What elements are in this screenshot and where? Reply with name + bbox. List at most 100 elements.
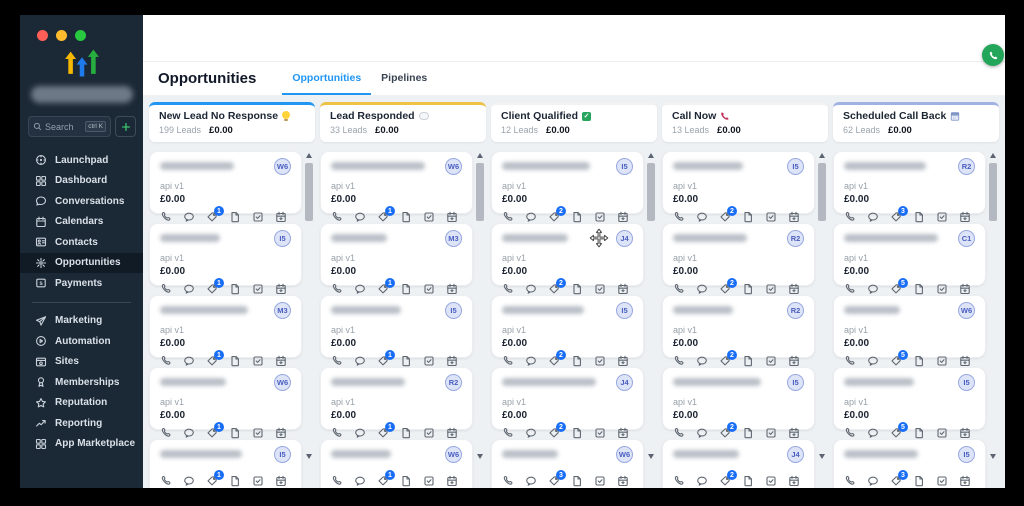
message-icon[interactable]: [354, 211, 366, 223]
message-icon[interactable]: [696, 475, 708, 487]
sidebar-item-dashboard[interactable]: Dashboard: [20, 171, 143, 192]
note-icon[interactable]: [571, 427, 583, 439]
call-fab-button[interactable]: [982, 44, 1004, 66]
message-icon[interactable]: [696, 283, 708, 295]
tag-icon[interactable]: 1: [206, 355, 218, 367]
appointment-icon[interactable]: [275, 283, 287, 295]
note-icon[interactable]: [742, 427, 754, 439]
sidebar-item-payments[interactable]: s Payments: [20, 273, 143, 294]
opportunity-card[interactable]: M3 api v1 £0.00 1: [320, 223, 473, 286]
message-icon[interactable]: [354, 283, 366, 295]
column-scrollbar[interactable]: [817, 153, 827, 459]
tag-icon[interactable]: 1: [377, 475, 389, 487]
message-icon[interactable]: [183, 427, 195, 439]
tag-icon[interactable]: 1: [206, 427, 218, 439]
call-icon[interactable]: [502, 283, 514, 295]
tag-icon[interactable]: 5: [890, 427, 902, 439]
message-icon[interactable]: [525, 475, 537, 487]
task-icon[interactable]: [936, 283, 948, 295]
note-icon[interactable]: [400, 475, 412, 487]
call-icon[interactable]: [160, 427, 172, 439]
call-icon[interactable]: [502, 355, 514, 367]
note-icon[interactable]: [571, 211, 583, 223]
tag-icon[interactable]: 2: [548, 427, 560, 439]
opportunity-card[interactable]: I5 api v1 £0.00 2: [662, 367, 815, 430]
sidebar-item-calendars[interactable]: Calendars: [20, 212, 143, 233]
opportunity-card[interactable]: I5 api v1 £0.00 1: [149, 439, 302, 488]
sidebar-item-app-marketplace[interactable]: App Marketplace: [20, 434, 143, 455]
message-icon[interactable]: [696, 427, 708, 439]
task-icon[interactable]: [252, 475, 264, 487]
tag-icon[interactable]: 3: [890, 475, 902, 487]
column-scrollbar[interactable]: [475, 153, 485, 459]
appointment-icon[interactable]: [959, 475, 971, 487]
call-icon[interactable]: [331, 427, 343, 439]
sidebar-item-memberships[interactable]: Memberships: [20, 372, 143, 393]
scroll-down-arrow-icon[interactable]: [306, 454, 312, 459]
maximize-window-button[interactable]: [75, 30, 86, 41]
task-icon[interactable]: [765, 475, 777, 487]
note-icon[interactable]: [571, 283, 583, 295]
opportunity-card[interactable]: I5 api v1 £0.00 2: [662, 151, 815, 214]
sidebar-item-automation[interactable]: Automation: [20, 331, 143, 352]
note-icon[interactable]: [742, 283, 754, 295]
message-icon[interactable]: [525, 283, 537, 295]
message-icon[interactable]: [183, 355, 195, 367]
task-icon[interactable]: [765, 427, 777, 439]
opportunity-card[interactable]: W6 api v1 £0.00 3: [491, 439, 644, 488]
scroll-down-arrow-icon[interactable]: [819, 454, 825, 459]
note-icon[interactable]: [229, 475, 241, 487]
task-icon[interactable]: [423, 355, 435, 367]
sidebar-item-conversations[interactable]: Conversations: [20, 191, 143, 212]
tag-icon[interactable]: 2: [719, 427, 731, 439]
call-icon[interactable]: [160, 475, 172, 487]
call-icon[interactable]: [331, 283, 343, 295]
note-icon[interactable]: [913, 211, 925, 223]
task-icon[interactable]: [423, 427, 435, 439]
sidebar-item-opportunities[interactable]: Opportunities: [20, 253, 143, 274]
appointment-icon[interactable]: [446, 283, 458, 295]
message-icon[interactable]: [354, 475, 366, 487]
appointment-icon[interactable]: [788, 355, 800, 367]
appointment-icon[interactable]: [275, 427, 287, 439]
note-icon[interactable]: [742, 355, 754, 367]
scroll-up-arrow-icon[interactable]: [990, 153, 996, 158]
note-icon[interactable]: [571, 355, 583, 367]
close-window-button[interactable]: [37, 30, 48, 41]
call-icon[interactable]: [331, 355, 343, 367]
task-icon[interactable]: [594, 475, 606, 487]
message-icon[interactable]: [354, 427, 366, 439]
task-icon[interactable]: [423, 475, 435, 487]
task-icon[interactable]: [252, 211, 264, 223]
appointment-icon[interactable]: [446, 211, 458, 223]
opportunity-card[interactable]: W6 api v1 £0.00 1: [320, 151, 473, 214]
tab-opportunities[interactable]: Opportunities: [282, 62, 371, 95]
appointment-icon[interactable]: [788, 283, 800, 295]
column-header[interactable]: Scheduled Call Back 62 Leads £0.00: [833, 102, 999, 142]
call-icon[interactable]: [673, 427, 685, 439]
message-icon[interactable]: [867, 355, 879, 367]
tag-icon[interactable]: 2: [548, 355, 560, 367]
column-scrollbar[interactable]: [646, 153, 656, 459]
tag-icon[interactable]: 1: [377, 211, 389, 223]
message-icon[interactable]: [525, 427, 537, 439]
opportunity-card[interactable]: C1 api v1 £0.00 5: [833, 223, 986, 286]
opportunity-card[interactable]: J4 api v1 £0.00 2: [662, 439, 815, 488]
opportunity-card[interactable]: I5 api v1 £0.00 2: [491, 295, 644, 358]
message-icon[interactable]: [867, 475, 879, 487]
call-icon[interactable]: [160, 283, 172, 295]
sidebar-item-reputation[interactable]: Reputation: [20, 393, 143, 414]
opportunity-card[interactable]: R2 api v1 £0.00 2: [662, 295, 815, 358]
message-icon[interactable]: [696, 355, 708, 367]
scroll-down-arrow-icon[interactable]: [477, 454, 483, 459]
task-icon[interactable]: [423, 211, 435, 223]
tag-icon[interactable]: 1: [377, 283, 389, 295]
call-icon[interactable]: [331, 211, 343, 223]
note-icon[interactable]: [913, 283, 925, 295]
scrollbar-thumb[interactable]: [305, 163, 313, 221]
appointment-icon[interactable]: [788, 475, 800, 487]
task-icon[interactable]: [765, 211, 777, 223]
note-icon[interactable]: [913, 475, 925, 487]
opportunity-card[interactable]: I5 api v1 £0.00 5: [833, 367, 986, 430]
appointment-icon[interactable]: [275, 475, 287, 487]
